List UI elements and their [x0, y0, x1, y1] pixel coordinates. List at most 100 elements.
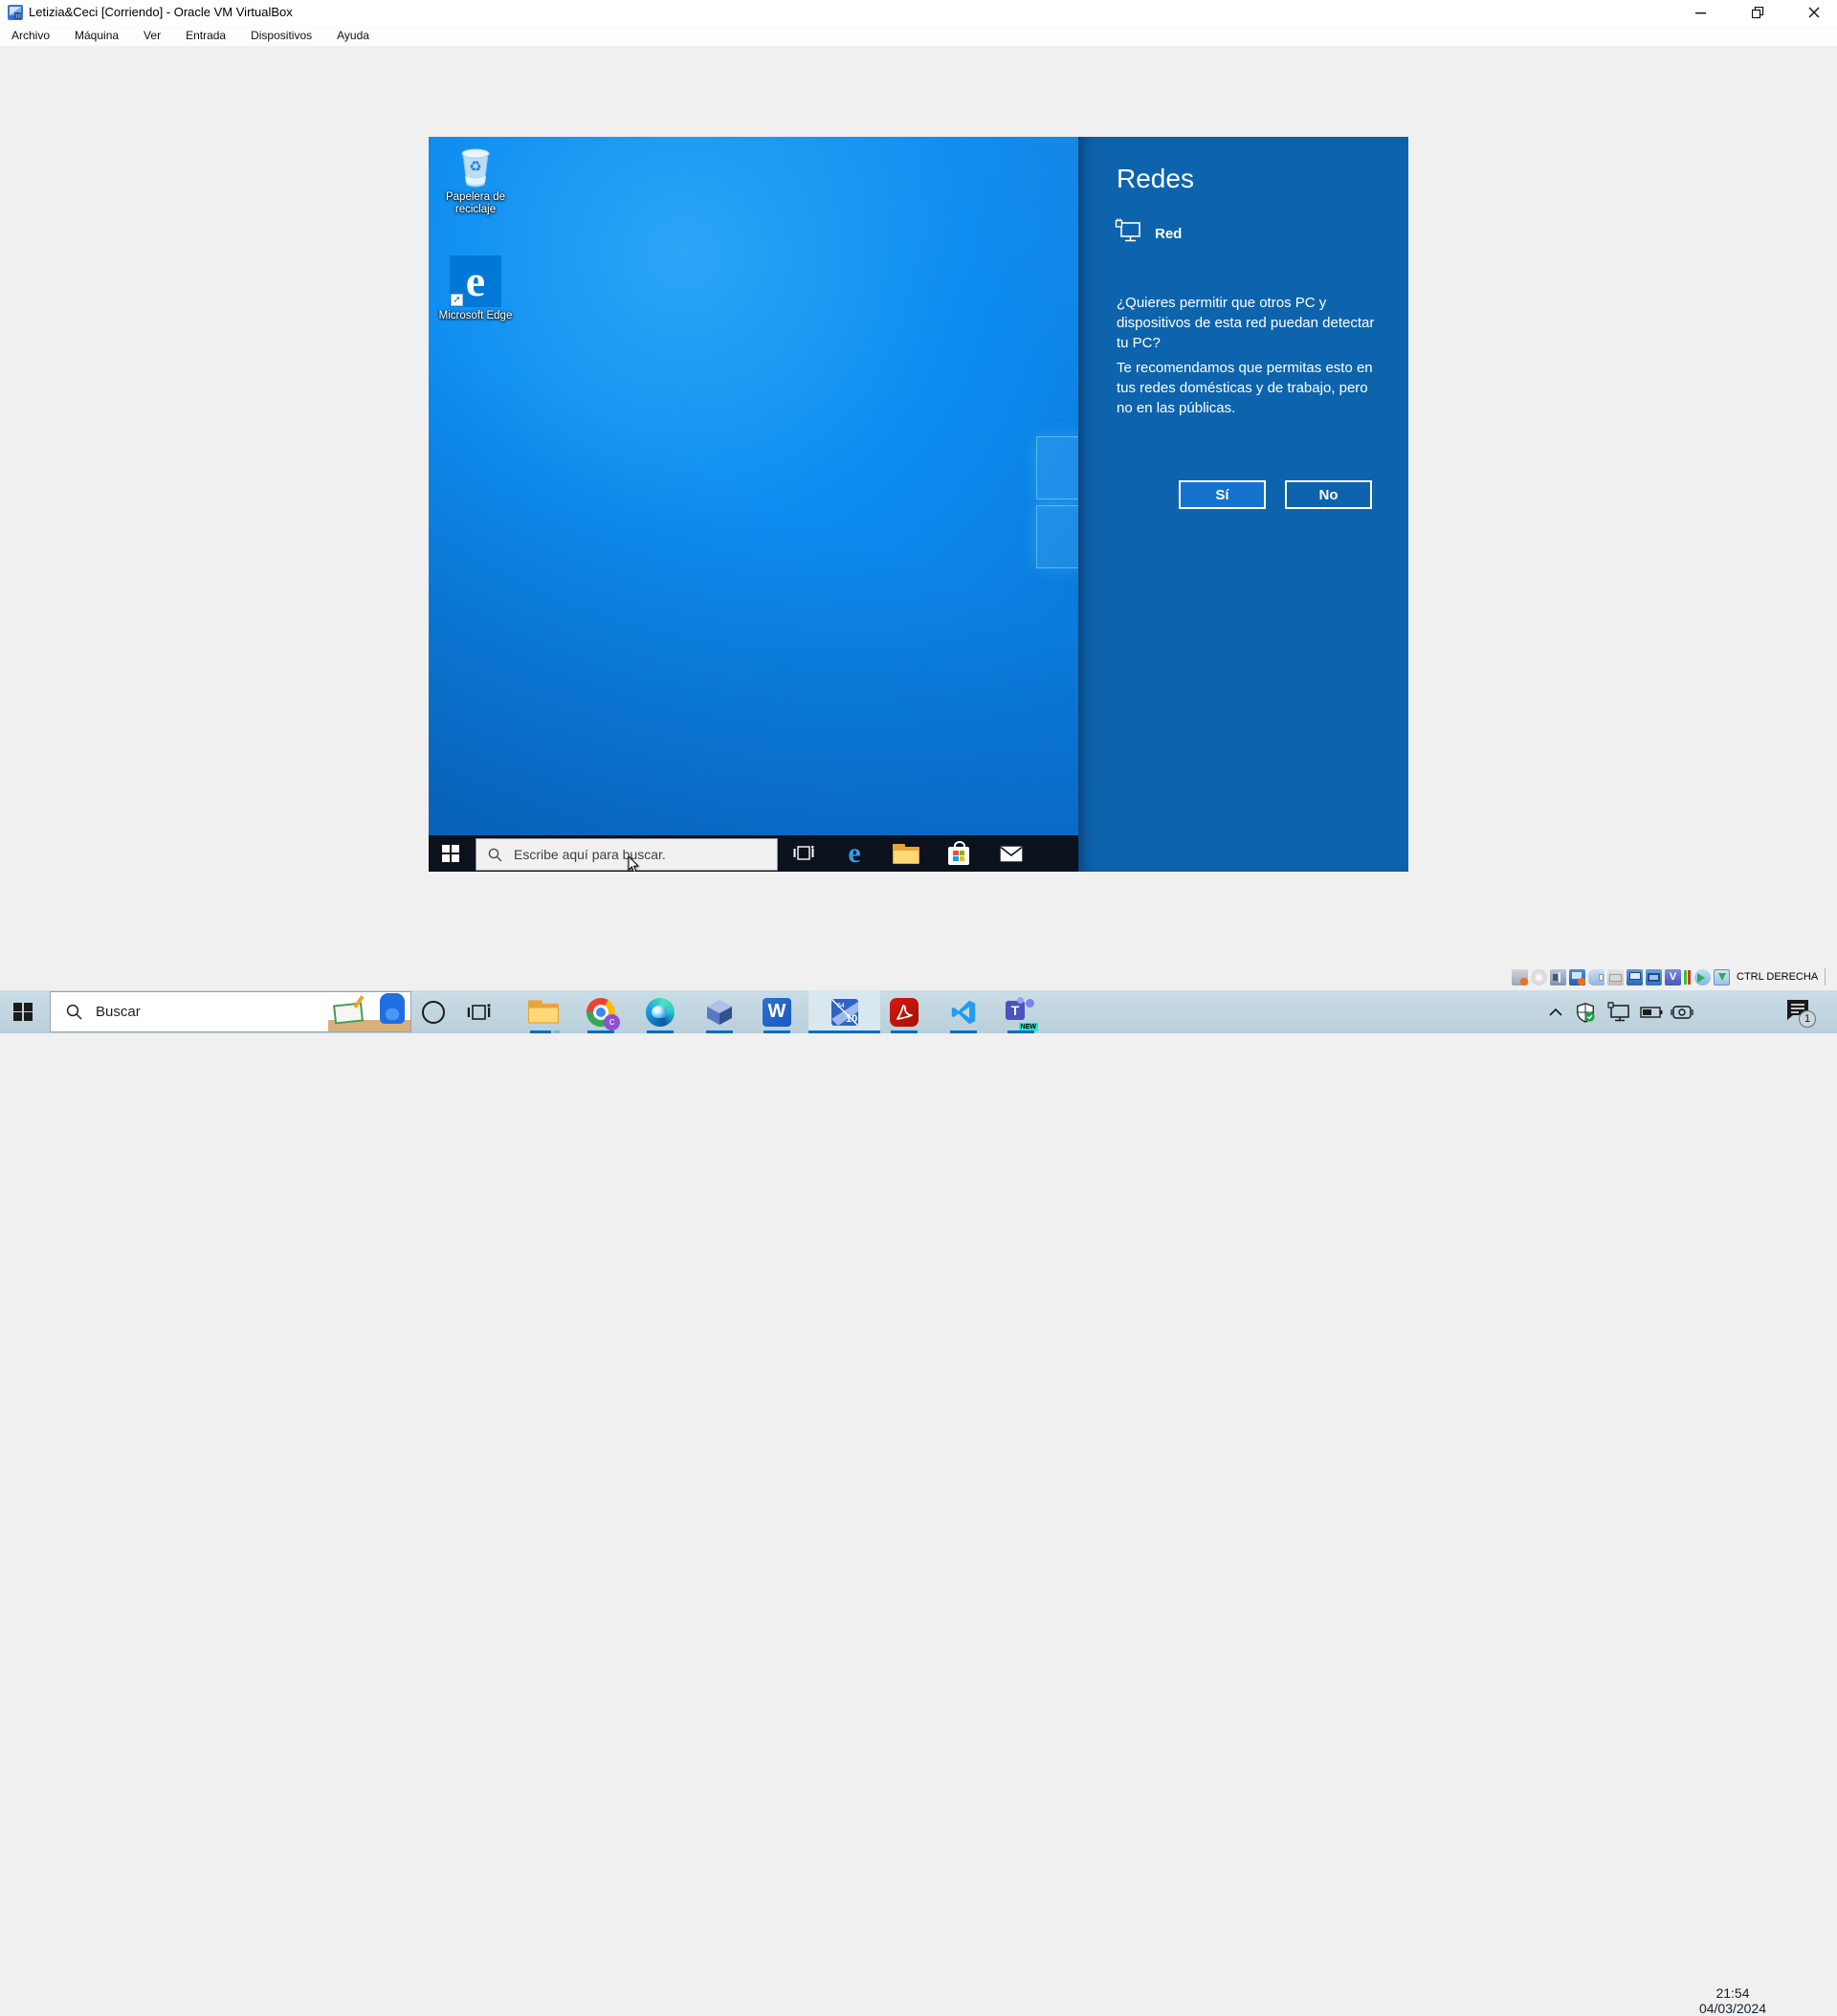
- vm-start-button[interactable]: [429, 835, 473, 872]
- activity-indicator-icon: [1684, 969, 1692, 986]
- yes-button[interactable]: Sí: [1179, 480, 1266, 509]
- search-icon: [66, 1004, 82, 1020]
- chrome-profile-badge: c: [604, 1014, 620, 1030]
- desktop-icon-microsoft-edge[interactable]: e ➚ Microsoft Edge: [436, 255, 515, 322]
- host-key-label: CTRL DERECHA: [1737, 971, 1818, 983]
- search-icon: [488, 848, 502, 862]
- acrobat-icon: [890, 998, 918, 1027]
- panel-title: Redes: [1117, 164, 1194, 194]
- file-explorer-icon: [528, 1000, 559, 1023]
- svg-text:10: 10: [14, 14, 20, 20]
- vm-task-view-button[interactable]: [783, 835, 825, 872]
- file-explorer-icon: [893, 844, 919, 864]
- cortana-button[interactable]: [417, 990, 450, 1033]
- minimize-button[interactable]: [1679, 0, 1723, 25]
- taskbar-virtualbox-button[interactable]: [691, 990, 748, 1033]
- notification-icon: 1: [1785, 999, 1814, 1026]
- edge-letter: e: [466, 255, 485, 307]
- shared-folders-icon[interactable]: [1607, 969, 1624, 986]
- menu-entrada[interactable]: Entrada: [182, 27, 230, 44]
- tray-battery-button[interactable]: [1636, 990, 1667, 1033]
- virtualbox-icon: [705, 998, 734, 1027]
- window-title: Letizia&Ceci [Corriendo] - Oracle VM Vir…: [29, 0, 293, 25]
- restore-icon: [1752, 7, 1764, 19]
- usb-icon[interactable]: [1588, 969, 1605, 986]
- network-adapter-icon[interactable]: [1569, 969, 1585, 986]
- mouse-integration-icon[interactable]: [1694, 969, 1711, 986]
- menu-maquina[interactable]: Máquina: [71, 27, 122, 44]
- tray-chevron-button[interactable]: [1542, 990, 1569, 1033]
- tray-camera-button[interactable]: [1667, 990, 1697, 1033]
- taskbar-word-button[interactable]: W: [748, 990, 806, 1033]
- defender-shield-icon: [1575, 1002, 1596, 1023]
- vm-store-button[interactable]: [938, 835, 980, 872]
- host-start-button[interactable]: [0, 990, 46, 1033]
- vm-mail-button[interactable]: [990, 835, 1032, 872]
- no-button[interactable]: No: [1285, 480, 1372, 509]
- optical-disc-icon[interactable]: [1531, 969, 1547, 986]
- taskbar-vm-window-button-active[interactable]: 64 10: [808, 990, 880, 1033]
- notification-center-button[interactable]: 1: [1776, 990, 1824, 1033]
- battery-icon: [1640, 1006, 1663, 1019]
- search-highlight-art: [328, 992, 410, 1031]
- vm-window-icon: 64 10: [830, 998, 859, 1027]
- task-view-icon: [793, 844, 814, 863]
- restore-button[interactable]: [1736, 0, 1780, 25]
- tray-clock[interactable]: 21:54 04/03/2024: [1695, 1985, 1770, 2016]
- word-icon: W: [763, 998, 791, 1027]
- vm-file-explorer-button[interactable]: [885, 835, 927, 872]
- hdd-icon[interactable]: [1512, 969, 1528, 986]
- taskbar-teams-button[interactable]: T NEW: [992, 990, 1050, 1033]
- task-view-icon: [467, 1002, 491, 1023]
- vm-search-box[interactable]: [476, 838, 778, 871]
- vm-icon-number-label: 10: [846, 1013, 857, 1025]
- taskbar-edge-button[interactable]: [631, 990, 689, 1033]
- desktop-icon-recycle-bin[interactable]: ♻ Papelera de reciclaje: [436, 144, 515, 216]
- desktop-icon-label: Microsoft Edge: [436, 310, 515, 322]
- features-icon[interactable]: V: [1665, 969, 1681, 986]
- audio-icon[interactable]: [1550, 969, 1566, 986]
- book-icon: [333, 1002, 364, 1024]
- cortana-icon: [422, 1001, 445, 1024]
- taskbar-file-explorer-button[interactable]: [515, 990, 572, 1033]
- store-icon: [948, 847, 969, 865]
- start-icon: [13, 1003, 33, 1022]
- recycle-bin-icon: ♻: [457, 144, 494, 188]
- vbox-vm-icon: 10: [8, 5, 23, 20]
- host-search-input[interactable]: [94, 1003, 318, 1021]
- taskbar-acrobat-button[interactable]: [875, 990, 933, 1033]
- menu-ver[interactable]: Ver: [140, 27, 165, 44]
- teams-icon: T NEW: [1006, 997, 1036, 1028]
- vm-icon-arch-label: 64: [837, 1003, 845, 1009]
- svg-text:♻: ♻: [469, 158, 481, 175]
- vscode-icon: [950, 999, 977, 1026]
- chevron-up-icon: [1549, 1008, 1562, 1016]
- tray-time: 21:54: [1695, 1985, 1770, 2001]
- vbox-statusbar: V CTRL DERECHA: [1512, 966, 1826, 987]
- mouse-cursor: [628, 856, 641, 872]
- display-icon[interactable]: [1627, 969, 1643, 986]
- keyboard-capture-icon[interactable]: [1714, 969, 1730, 986]
- menu-dispositivos[interactable]: Dispositivos: [247, 27, 316, 44]
- vm-edge-button[interactable]: e: [833, 835, 875, 872]
- taskbar-vscode-button[interactable]: [935, 990, 992, 1033]
- panel-advice: Te recomendamos que permitas esto en tus…: [1117, 358, 1381, 418]
- tray-defender-button[interactable]: [1571, 990, 1600, 1033]
- tray-network-button[interactable]: [1604, 990, 1634, 1033]
- recording-icon[interactable]: [1646, 969, 1662, 986]
- close-button[interactable]: [1792, 0, 1836, 25]
- menu-archivo[interactable]: Archivo: [8, 27, 54, 44]
- host-search-box[interactable]: [50, 991, 411, 1032]
- camera-icon: [1671, 1004, 1693, 1021]
- wallpaper-windows-logo-top-pane: [1036, 436, 1081, 499]
- host-taskbar: c W 64 10: [0, 990, 1837, 1033]
- wallpaper-windows-logo-bottom-pane: [1036, 505, 1081, 568]
- network-name[interactable]: Red: [1155, 226, 1182, 242]
- panel-question: ¿Quieres permitir que otros PC y disposi…: [1117, 293, 1381, 353]
- host-task-view-button[interactable]: [459, 990, 498, 1033]
- menu-ayuda[interactable]: Ayuda: [333, 27, 373, 44]
- ethernet-icon: [1607, 1002, 1630, 1023]
- taskbar-chrome-button[interactable]: c: [572, 990, 630, 1033]
- tray-date: 04/03/2024: [1695, 2001, 1770, 2016]
- edge-tile-icon: e ➚: [450, 255, 501, 307]
